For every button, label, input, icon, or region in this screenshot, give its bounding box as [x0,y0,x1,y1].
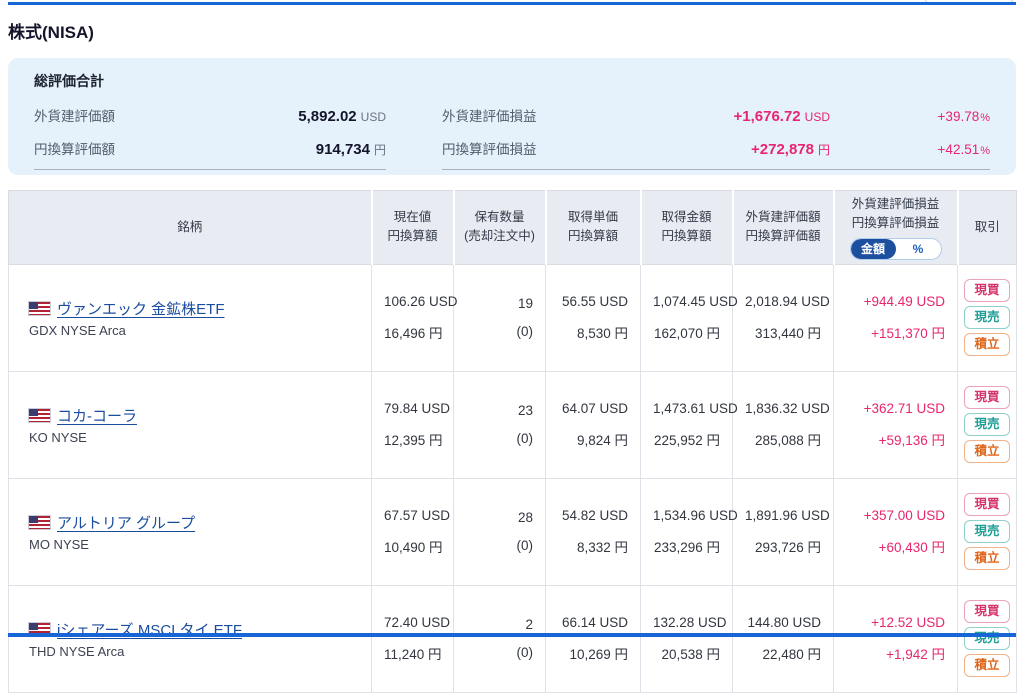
price-cell: 67.57 USD 10,490 円 [371,477,454,586]
top-divider [8,2,1016,5]
summary-title: 総評価合計 [34,73,104,89]
jpy-pl-value: +272,878 円 [751,141,830,158]
pl-cell: +362.71 USD +59,136 円 [833,370,958,479]
table-row: コカ-コーラ KO NYSE 79.84 USD 12,395 円 23 (0) 6… [8,370,1017,479]
stock-name-cell: ヴァンエック 金鉱株ETF GDX NYSE Arca [8,263,372,372]
fc-valuation-value: 5,892.02 USD [298,108,386,125]
cash-buy-button[interactable]: 現買 [964,493,1010,517]
jpy-pl-label: 円換算評価損益 [442,142,537,157]
col-header-trade: 取引 [957,190,1017,265]
trade-cell: 現買 現売 積立 [957,584,1017,693]
unit-cost-cell: 56.55 USD 8,530 円 [545,263,641,372]
bottom-divider [8,633,1016,637]
unit-cost-cell: 66.14 USD 10,269 円 [545,584,641,693]
cash-sell-button[interactable]: 現売 [964,520,1010,544]
cash-buy-button[interactable]: 現買 [964,279,1010,303]
table-header-row: 銘柄 現在値 円換算額 保有数量 (売却注文中) 取得単価 円換算額 取得金額 円換算額… [8,190,1017,265]
stock-name-cell: コカ-コーラ KO NYSE [8,370,372,479]
fc-valuation-label: 外貨建評価額 [34,109,115,124]
valuation-cell: 144.80 USD 22,480 円 [732,584,834,693]
trade-cell: 現買 現売 積立 [957,263,1017,372]
toggle-amount[interactable]: 金額 [850,238,896,259]
table-row: ヴァンエック 金鉱株ETF GDX NYSE Arca 106.26 USD 16… [8,263,1017,372]
unit-cost-cell: 64.07 USD 9,824 円 [545,370,641,479]
stock-link[interactable]: コカ-コーラ [57,405,137,426]
jpy-valuation-value: 914,734 円 [315,141,386,158]
total-valuation-card: 総評価合計 外貨建評価額 5,892.02 USD 円換算評価額 914,734 円… [8,58,1016,175]
pl-cell: +12.52 USD +1,942 円 [833,584,958,693]
quantity-cell: 19 (0) [453,263,546,372]
accumulate-button[interactable]: 積立 [964,440,1010,464]
col-header-name: 銘柄 [8,190,373,265]
stock-link[interactable]: ヴァンエック 金鉱株ETF [57,298,225,319]
jpy-valuation-label: 円換算評価額 [34,142,115,157]
col-header-pl: 外貨建評価損益 円換算評価損益 金額 % [833,190,959,265]
price-cell: 79.84 USD 12,395 円 [371,370,454,479]
valuation-pl-group: 外貨建評価損益 +1,676.72 USD +39.78% 円換算評価損益 +27… [442,99,990,170]
cost-amount-cell: 1,534.96 USD 233,296 円 [640,477,738,586]
col-header-valuation: 外貨建評価額 円換算評価額 [732,190,835,265]
valuation-amount-group: 外貨建評価額 5,892.02 USD 円換算評価額 914,734 円 [34,99,386,170]
stock-ticker: THD NYSE Arca [29,643,125,659]
col-header-quantity: 保有数量 (売却注文中) [453,190,547,265]
stock-ticker: MO NYSE [29,536,89,552]
cost-amount-cell: 1,473.61 USD 225,952 円 [640,370,738,479]
unit-cost-cell: 54.82 USD 8,332 円 [545,477,641,586]
price-cell: 106.26 USD 16,496 円 [371,263,458,372]
cash-sell-button[interactable]: 現売 [964,306,1010,330]
quantity-cell: 2 (0) [453,584,546,693]
stock-link[interactable]: アルトリア グループ [57,512,195,533]
stock-ticker: GDX NYSE Arca [29,322,126,338]
us-flag-icon [28,514,51,530]
pl-cell: +357.00 USD +60,430 円 [833,477,958,586]
quantity-cell: 28 (0) [453,477,546,586]
pl-cell: +944.49 USD +151,370 円 [833,263,958,372]
col-header-unit-cost: 取得単価 円換算額 [545,190,642,265]
stock-name-cell: アルトリア グループ MO NYSE [8,477,372,586]
us-flag-icon [28,407,51,423]
table-row: iシェアーズ MSCI タイ ETF THD NYSE Arca 72.40 U… [8,584,1017,693]
trade-cell: 現買 現売 積立 [957,370,1017,479]
amount-percent-toggle[interactable]: 金額 % [849,237,942,260]
valuation-cell: 1,836.32 USD 285,088 円 [732,370,834,479]
valuation-cell: 1,891.96 USD 293,726 円 [732,477,834,586]
cash-buy-button[interactable]: 現買 [964,600,1010,624]
price-cell: 72.40 USD 11,240 円 [371,584,454,693]
stock-ticker: KO NYSE [29,429,87,445]
accumulate-button[interactable]: 積立 [964,333,1010,357]
col-header-cost-amount: 取得金額 円換算額 [640,190,734,265]
page-title: 株式(NISA) [8,23,94,42]
quantity-cell: 23 (0) [453,370,546,479]
cost-amount-cell: 132.28 USD 20,538 円 [640,584,733,693]
accumulate-button[interactable]: 積立 [964,547,1010,571]
us-flag-icon [28,300,51,316]
col-header-price: 現在値 円換算額 [371,190,455,265]
table-row: アルトリア グループ MO NYSE 67.57 USD 10,490 円 28(… [8,477,1017,586]
valuation-cell: 2,018.94 USD 313,440 円 [732,263,834,372]
cash-sell-button[interactable]: 現売 [964,627,1010,651]
cost-amount-cell: 1,074.45 USD 162,070 円 [640,263,738,372]
fc-pl-value: +1,676.72 USD [733,108,831,125]
cash-buy-button[interactable]: 現買 [964,386,1010,410]
fc-pl-label: 外貨建評価損益 [442,109,537,124]
cash-sell-button[interactable]: 現売 [964,413,1010,437]
toggle-percent[interactable]: % [896,239,941,259]
trade-cell: 現買 現売 積立 [957,477,1017,586]
fc-pl-percent: +39.78% [937,109,990,124]
stock-name-cell: iシェアーズ MSCI タイ ETF THD NYSE Arca [8,584,372,693]
jpy-pl-percent: +42.51% [937,142,990,157]
accumulate-button[interactable]: 積立 [964,654,1010,678]
holdings-table: 銘柄 現在値 円換算額 保有数量 (売却注文中) 取得単価 円換算額 取得金額 円換算額… [8,190,1017,693]
